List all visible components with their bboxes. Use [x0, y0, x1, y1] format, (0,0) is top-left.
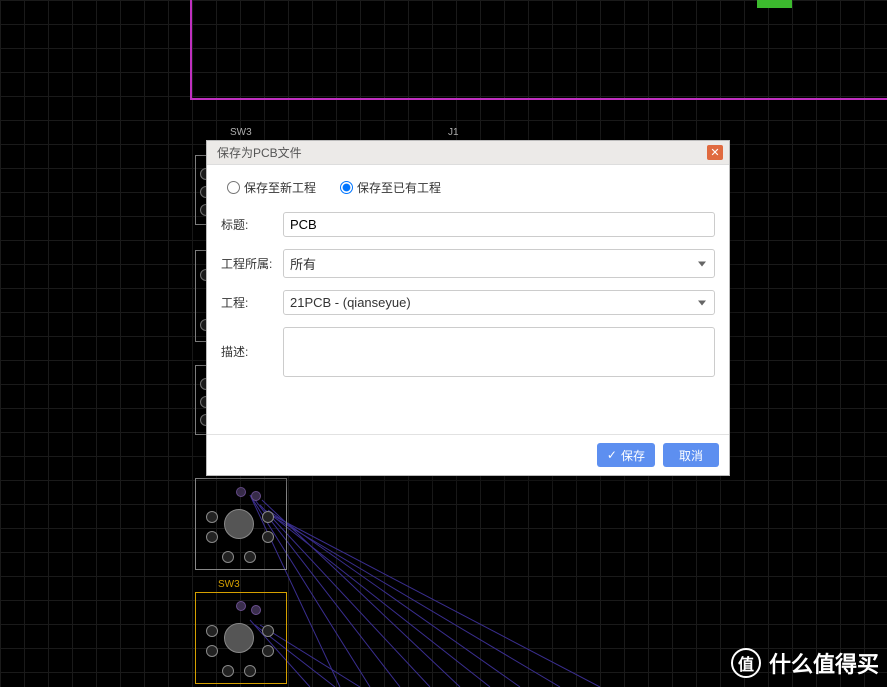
radio-existing-project-input[interactable]: [340, 181, 353, 194]
project-select-value: 21PCB - (qianseyue): [290, 295, 411, 310]
dialog-body: 保存至新工程 保存至已有工程 标题: 工程所属: 所有 工程: 21PCB - …: [207, 165, 729, 434]
component-box-selected[interactable]: SW3: [195, 592, 287, 684]
radio-new-project-input[interactable]: [227, 181, 240, 194]
close-icon[interactable]: ✕: [707, 145, 723, 160]
check-icon: ✓: [607, 448, 617, 462]
watermark-text: 什么值得买: [769, 647, 879, 679]
dialog-title-text: 保存为PCB文件: [217, 144, 302, 161]
component-box[interactable]: [195, 478, 287, 570]
label-title: 标题:: [221, 216, 283, 233]
watermark-badge: 值: [731, 648, 761, 678]
save-target-radios: 保存至新工程 保存至已有工程: [221, 179, 715, 196]
save-dialog: 保存为PCB文件 ✕ 保存至新工程 保存至已有工程 标题: 工程所属: 所有 工: [206, 140, 730, 476]
save-button[interactable]: ✓ 保存: [597, 443, 655, 467]
owner-select-value: 所有: [290, 254, 316, 273]
save-button-label: 保存: [621, 447, 645, 464]
cancel-button[interactable]: 取消: [663, 443, 719, 467]
radio-existing-project-label: 保存至已有工程: [357, 179, 441, 196]
title-input[interactable]: [283, 212, 715, 237]
label-owner: 工程所属:: [221, 255, 283, 272]
component-label-sw3-sel: SW3: [218, 579, 240, 590]
radio-new-project[interactable]: 保存至新工程: [227, 179, 316, 196]
owner-select[interactable]: 所有: [283, 249, 715, 278]
cancel-button-label: 取消: [679, 447, 703, 464]
watermark: 值 什么值得买: [731, 647, 879, 679]
desc-textarea[interactable]: [283, 327, 715, 377]
radio-existing-project[interactable]: 保存至已有工程: [340, 179, 441, 196]
board-outline: [190, 0, 887, 100]
project-select[interactable]: 21PCB - (qianseyue): [283, 290, 715, 315]
component-label-sw3: SW3: [230, 127, 252, 138]
dialog-titlebar: 保存为PCB文件 ✕: [207, 141, 729, 165]
dialog-footer: ✓ 保存 取消: [207, 434, 729, 475]
label-project: 工程:: [221, 294, 283, 311]
radio-new-project-label: 保存至新工程: [244, 179, 316, 196]
component-label-j1: J1: [448, 127, 459, 138]
label-desc: 描述:: [221, 327, 283, 360]
